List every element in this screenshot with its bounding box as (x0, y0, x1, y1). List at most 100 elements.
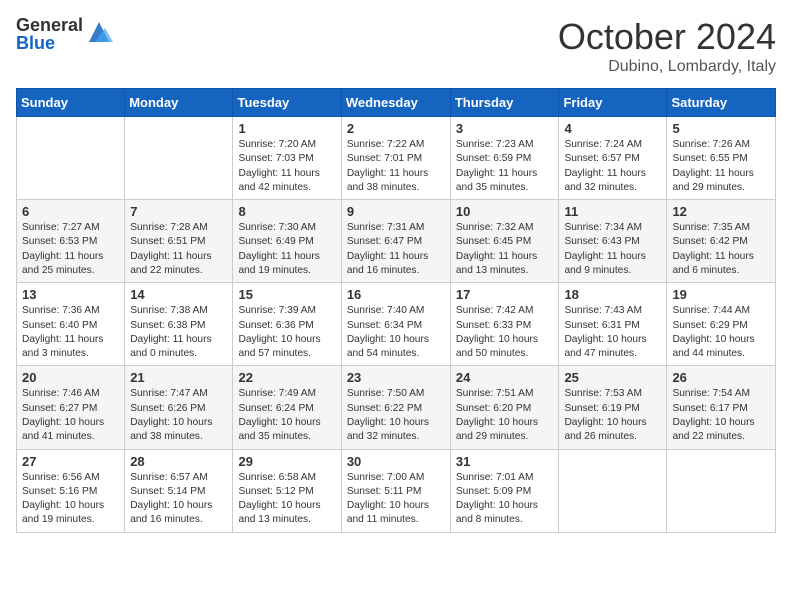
calendar-cell (667, 449, 776, 532)
calendar-cell: 23 Sunrise: 7:50 AM Sunset: 6:22 PM Dayli… (341, 366, 450, 449)
day-content: Sunrise: 7:44 AM Sunset: 6:29 PM Dayligh… (672, 304, 770, 361)
calendar-cell: 8 Sunrise: 7:30 AM Sunset: 6:49 PM Daylig… (233, 200, 341, 283)
day-content: Sunrise: 7:35 AM Sunset: 6:42 PM Dayligh… (672, 221, 770, 278)
day-number: 24 (456, 370, 554, 385)
calendar-cell: 3 Sunrise: 7:23 AM Sunset: 6:59 PM Daylig… (450, 117, 559, 200)
day-content: Sunrise: 7:30 AM Sunset: 6:49 PM Dayligh… (238, 221, 335, 278)
calendar-cell: 9 Sunrise: 7:31 AM Sunset: 6:47 PM Daylig… (341, 200, 450, 283)
calendar-cell: 13Sunrise: 7:36 AM Sunset: 6:40 PM Dayli… (17, 283, 125, 366)
calendar-cell: 19 Sunrise: 7:44 AM Sunset: 6:29 PM Dayli… (667, 283, 776, 366)
calendar-week-row: 27 Sunrise: 6:56 AM Sunset: 5:16 PM Dayli… (17, 449, 776, 532)
calendar-week-row: 13Sunrise: 7:36 AM Sunset: 6:40 PM Dayli… (17, 283, 776, 366)
weekday-header-monday: Monday (125, 89, 233, 117)
day-content: Sunrise: 7:20 AM Sunset: 7:03 PM Dayligh… (238, 138, 335, 195)
calendar-cell (559, 449, 667, 532)
day-content: Sunrise: 7:31 AM Sunset: 6:47 PM Dayligh… (347, 221, 445, 278)
calendar-week-row: 6 Sunrise: 7:27 AM Sunset: 6:53 PM Daylig… (17, 200, 776, 283)
weekday-header-saturday: Saturday (667, 89, 776, 117)
day-number: 25 (564, 370, 661, 385)
day-number: 22 (238, 370, 335, 385)
day-number: 31 (456, 454, 554, 469)
calendar-cell: 10 Sunrise: 7:32 AM Sunset: 6:45 PM Dayli… (450, 200, 559, 283)
calendar-cell: 31 Sunrise: 7:01 AM Sunset: 5:09 PM Dayli… (450, 449, 559, 532)
day-number: 11 (564, 204, 661, 219)
day-content: Sunrise: 7:50 AM Sunset: 6:22 PM Dayligh… (347, 387, 445, 444)
day-number: 12 (672, 204, 770, 219)
day-content: Sunrise: 7:27 AM Sunset: 6:53 PM Dayligh… (22, 221, 119, 278)
day-number: 13 (22, 287, 119, 302)
calendar-cell: 17 Sunrise: 7:42 AM Sunset: 6:33 PM Dayli… (450, 283, 559, 366)
day-content: Sunrise: 7:01 AM Sunset: 5:09 PM Dayligh… (456, 471, 554, 528)
weekday-header-tuesday: Tuesday (233, 89, 341, 117)
day-content: Sunrise: 7:40 AM Sunset: 6:34 PM Dayligh… (347, 304, 445, 361)
day-number: 19 (672, 287, 770, 302)
weekday-header-thursday: Thursday (450, 89, 559, 117)
calendar-cell: 25 Sunrise: 7:53 AM Sunset: 6:19 PM Dayli… (559, 366, 667, 449)
calendar-cell: 5Sunrise: 7:26 AM Sunset: 6:55 PM Daylig… (667, 117, 776, 200)
day-number: 16 (347, 287, 445, 302)
day-content: Sunrise: 7:54 AM Sunset: 6:17 PM Dayligh… (672, 387, 770, 444)
day-number: 18 (564, 287, 661, 302)
day-number: 2 (347, 121, 445, 136)
day-number: 29 (238, 454, 335, 469)
weekday-header-wednesday: Wednesday (341, 89, 450, 117)
calendar-cell: 18Sunrise: 7:43 AM Sunset: 6:31 PM Dayli… (559, 283, 667, 366)
calendar-cell: 21Sunrise: 7:47 AM Sunset: 6:26 PM Dayli… (125, 366, 233, 449)
day-content: Sunrise: 7:51 AM Sunset: 6:20 PM Dayligh… (456, 387, 554, 444)
day-number: 15 (238, 287, 335, 302)
day-content: Sunrise: 6:56 AM Sunset: 5:16 PM Dayligh… (22, 471, 119, 528)
logo-general-text: General (16, 16, 83, 34)
calendar-cell: 15 Sunrise: 7:39 AM Sunset: 6:36 PM Dayli… (233, 283, 341, 366)
day-number: 3 (456, 121, 554, 136)
calendar-cell: 22Sunrise: 7:49 AM Sunset: 6:24 PM Dayli… (233, 366, 341, 449)
day-number: 30 (347, 454, 445, 469)
weekday-header-friday: Friday (559, 89, 667, 117)
calendar-cell: 14 Sunrise: 7:38 AM Sunset: 6:38 PM Dayli… (125, 283, 233, 366)
calendar-cell (17, 117, 125, 200)
day-content: Sunrise: 7:42 AM Sunset: 6:33 PM Dayligh… (456, 304, 554, 361)
calendar-cell: 26 Sunrise: 7:54 AM Sunset: 6:17 PM Dayli… (667, 366, 776, 449)
day-content: Sunrise: 7:22 AM Sunset: 7:01 PM Dayligh… (347, 138, 445, 195)
day-content: Sunrise: 7:34 AM Sunset: 6:43 PM Dayligh… (564, 221, 661, 278)
day-number: 6 (22, 204, 119, 219)
day-number: 17 (456, 287, 554, 302)
day-content: Sunrise: 7:23 AM Sunset: 6:59 PM Dayligh… (456, 138, 554, 195)
day-number: 14 (130, 287, 227, 302)
calendar-cell: 1 Sunrise: 7:20 AM Sunset: 7:03 PM Daylig… (233, 117, 341, 200)
calendar-cell: 6 Sunrise: 7:27 AM Sunset: 6:53 PM Daylig… (17, 200, 125, 283)
calendar-cell: 24 Sunrise: 7:51 AM Sunset: 6:20 PM Dayli… (450, 366, 559, 449)
location: Dubino, Lombardy, Italy (558, 58, 776, 76)
calendar-cell: 28Sunrise: 6:57 AM Sunset: 5:14 PM Dayli… (125, 449, 233, 532)
logo-blue-text: Blue (16, 34, 83, 52)
month-title: October 2024 (558, 16, 776, 58)
day-content: Sunrise: 7:39 AM Sunset: 6:36 PM Dayligh… (238, 304, 335, 361)
day-content: Sunrise: 7:28 AM Sunset: 6:51 PM Dayligh… (130, 221, 227, 278)
day-number: 8 (238, 204, 335, 219)
title-area: October 2024 Dubino, Lombardy, Italy (558, 16, 776, 76)
day-number: 4 (564, 121, 661, 136)
calendar-cell (125, 117, 233, 200)
day-content: Sunrise: 7:32 AM Sunset: 6:45 PM Dayligh… (456, 221, 554, 278)
day-number: 26 (672, 370, 770, 385)
day-content: Sunrise: 7:47 AM Sunset: 6:26 PM Dayligh… (130, 387, 227, 444)
day-number: 1 (238, 121, 335, 136)
day-content: Sunrise: 7:24 AM Sunset: 6:57 PM Dayligh… (564, 138, 661, 195)
calendar-cell: 20Sunrise: 7:46 AM Sunset: 6:27 PM Dayli… (17, 366, 125, 449)
day-number: 20 (22, 370, 119, 385)
logo-icon (85, 18, 113, 46)
day-number: 10 (456, 204, 554, 219)
day-content: Sunrise: 6:58 AM Sunset: 5:12 PM Dayligh… (238, 471, 335, 528)
page-header: General Blue October 2024 Dubino, Lombar… (16, 16, 776, 76)
day-number: 27 (22, 454, 119, 469)
day-number: 7 (130, 204, 227, 219)
day-number: 9 (347, 204, 445, 219)
calendar-cell: 2 Sunrise: 7:22 AM Sunset: 7:01 PM Daylig… (341, 117, 450, 200)
logo: General Blue (16, 16, 113, 52)
calendar-cell: 16 Sunrise: 7:40 AM Sunset: 6:34 PM Dayli… (341, 283, 450, 366)
calendar-cell: 12 Sunrise: 7:35 AM Sunset: 6:42 PM Dayli… (667, 200, 776, 283)
day-number: 23 (347, 370, 445, 385)
calendar-week-row: 1 Sunrise: 7:20 AM Sunset: 7:03 PM Daylig… (17, 117, 776, 200)
weekday-header-row: SundayMondayTuesdayWednesdayThursdayFrid… (17, 89, 776, 117)
day-content: Sunrise: 7:38 AM Sunset: 6:38 PM Dayligh… (130, 304, 227, 361)
day-content: Sunrise: 7:53 AM Sunset: 6:19 PM Dayligh… (564, 387, 661, 444)
